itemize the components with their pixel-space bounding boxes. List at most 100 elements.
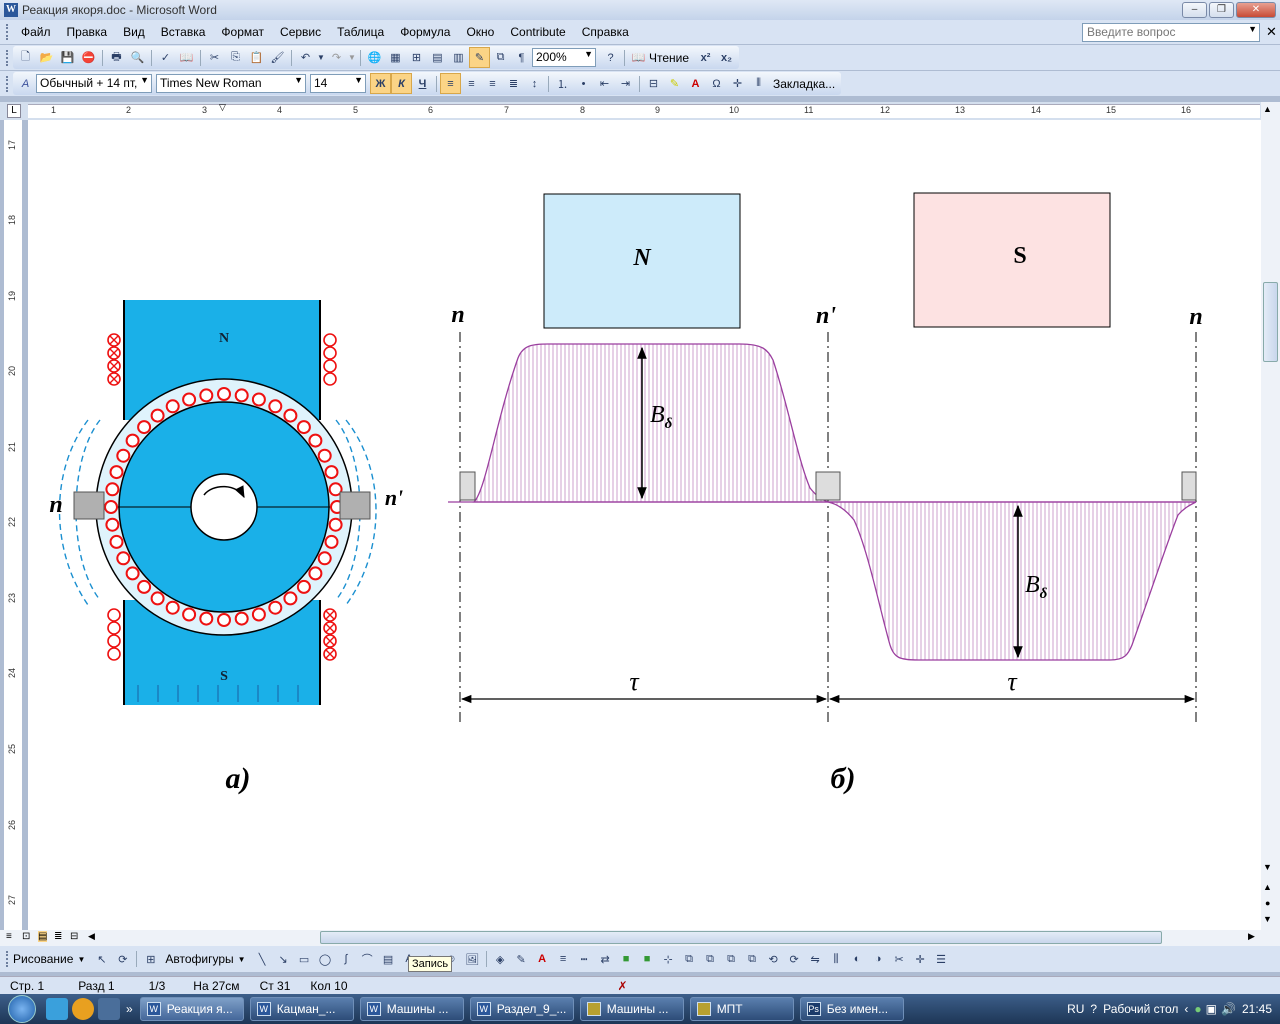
contrast-icon[interactable]: ◐ [847,949,868,970]
new-document-icon[interactable]: 🗋 [15,47,36,68]
help-tray-icon[interactable]: ? [1090,1002,1097,1016]
menu-file[interactable]: Файл [13,21,59,43]
select-objects-icon[interactable]: ↖ [91,949,112,970]
undo-dropdown-icon[interactable]: ▼ [316,47,326,68]
group-icon[interactable]: ⧉ [679,949,700,970]
chevron-down-icon[interactable]: ▼ [238,955,246,964]
quick-launch-icon[interactable] [98,998,120,1020]
undo-icon[interactable]: ↶ [295,47,316,68]
numbering-icon[interactable]: ⒈ [552,73,573,94]
quick-launch-more-icon[interactable]: » [126,1002,133,1016]
start-button[interactable] [0,994,44,1024]
style-select[interactable]: Обычный + 14 пт, ▼ [36,74,152,93]
close-document-icon[interactable]: ✕ [1266,24,1277,40]
line-icon[interactable]: ╲ [252,949,273,970]
insert-excel-icon[interactable]: ▤ [427,47,448,68]
menu-insert[interactable]: Вставка [153,21,214,43]
shadow-icon[interactable]: ■ [616,949,637,970]
minimize-button[interactable]: – [1182,2,1207,18]
menu-window[interactable]: Окно [458,21,502,43]
chrome-icon[interactable] [72,998,94,1020]
bold-button[interactable]: Ж [370,73,391,94]
menu-contribute[interactable]: Contribute [502,21,573,43]
font-color-draw-icon[interactable]: A [532,949,553,970]
print-layout-icon[interactable]: ▤ [38,931,48,942]
highlight-icon[interactable]: ✎ [664,73,685,94]
task-button[interactable]: МПТ [689,997,794,1021]
superscript-icon[interactable]: x² [695,47,716,68]
vertical-scrollbar[interactable]: ▲ ▼ ▲ ● ▼ [1261,102,1280,930]
italic-button[interactable]: К [391,73,412,94]
help-icon[interactable]: ? [600,47,621,68]
tables-borders-icon[interactable]: ▦ [385,47,406,68]
spelling-status-icon[interactable]: ✗ [608,979,638,993]
chevron-down-icon[interactable]: ▼ [140,75,149,85]
reading-view-icon[interactable]: ⊟ [70,931,78,942]
network-icon[interactable]: ▣ [1206,1002,1217,1016]
draw-menu-button[interactable]: Рисование [13,952,73,966]
menu-edit[interactable]: Правка [59,21,116,43]
task-button[interactable]: W Раздел_9_... [469,997,574,1021]
horizontal-scrollbar[interactable]: ≡ ⊡ ▤ ≣ ⊟ ◀ ▶ [0,930,1280,946]
menu-table[interactable]: Таблица [329,21,392,43]
picture-icon[interactable]: 🖼 [462,949,483,970]
line-style-icon[interactable]: ≡ [553,949,574,970]
scroll-down-icon[interactable]: ▼ [1263,862,1272,872]
omega-icon[interactable]: Ω [706,73,727,94]
normal-view-icon[interactable]: ≡ [6,931,12,942]
curve-icon[interactable]: ∫ [336,949,357,970]
3d-icon[interactable]: ■ [637,949,658,970]
print-preview-icon[interactable]: 🔍 [127,47,148,68]
chevron-down-icon[interactable]: ▼ [1248,24,1257,34]
save-icon[interactable]: 💾 [57,47,78,68]
task-button[interactable]: W Машины ... [359,997,464,1021]
document-map-icon[interactable]: ⧉ [490,47,511,68]
volume-icon[interactable]: 🔊 [1221,1002,1236,1016]
format-painter-icon[interactable]: 🖌 [267,47,288,68]
increase-indent-icon[interactable]: ⇥ [615,73,636,94]
font-color-icon[interactable]: A [685,73,706,94]
bring-forward-icon[interactable]: ⧉ [721,949,742,970]
send-backward-icon[interactable]: ⧉ [742,949,763,970]
flip-icon[interactable]: ⇋ [805,949,826,970]
clock[interactable]: 21:45 [1242,1002,1272,1016]
vertical-scroll-thumb[interactable] [1263,282,1278,362]
web-view-icon[interactable]: ⊡ [22,931,30,942]
borders-icon[interactable]: ⊟ [643,73,664,94]
tray-expand-icon[interactable]: ‹ [1184,1002,1188,1016]
menu-help[interactable]: Справка [574,21,637,43]
word-app-icon[interactable]: W [4,3,18,17]
desktop-toolbar[interactable]: Рабочий стол [1103,1002,1178,1016]
rectangle-icon[interactable]: ▭ [294,949,315,970]
align-icon[interactable]: ⊹ [658,949,679,970]
bookmark-button[interactable]: Закладка... [773,77,835,91]
crop-icon[interactable]: ✂ [889,949,910,970]
task-button[interactable]: W Реакция я... [139,997,244,1021]
copy-icon[interactable]: ⎘ [225,47,246,68]
ungroup-icon[interactable]: ⧉ [700,949,721,970]
chevron-down-icon[interactable]: ▼ [354,75,363,85]
justify-icon[interactable]: ≣ [503,73,524,94]
redo-icon[interactable]: ↷ [326,47,347,68]
indent-marker[interactable]: ▽ [219,102,226,113]
align-right-icon[interactable]: ≡ [482,73,503,94]
distribute-icon[interactable]: ⫼ [826,949,847,970]
spelling-icon[interactable]: ✓ [155,47,176,68]
utorrent-icon[interactable]: ● [1194,1002,1201,1016]
zoom-select[interactable]: 200% ▼ [532,48,596,67]
rotate-left-icon[interactable]: ⟲ [763,949,784,970]
decrease-indent-icon[interactable]: ⇤ [594,73,615,94]
horizontal-scroll-thumb[interactable] [320,931,1162,944]
menu-grip[interactable] [6,24,9,40]
scroll-right-icon[interactable]: ▶ [1248,931,1255,942]
redo-dropdown-icon[interactable]: ▼ [347,47,357,68]
tab-selector[interactable]: L [7,104,21,118]
arrow-icon[interactable]: ↘ [273,949,294,970]
scroll-up-icon[interactable]: ▲ [1263,104,1272,114]
menu-view[interactable]: Вид [115,21,153,43]
fill-color-icon[interactable]: ◈ [490,949,511,970]
paragraph-marks-icon[interactable]: ⫴ [748,73,769,94]
line-color-icon[interactable]: ✎ [511,949,532,970]
free-rotate-icon[interactable]: ⟳ [112,949,133,970]
close-button[interactable]: ✕ [1236,2,1276,18]
